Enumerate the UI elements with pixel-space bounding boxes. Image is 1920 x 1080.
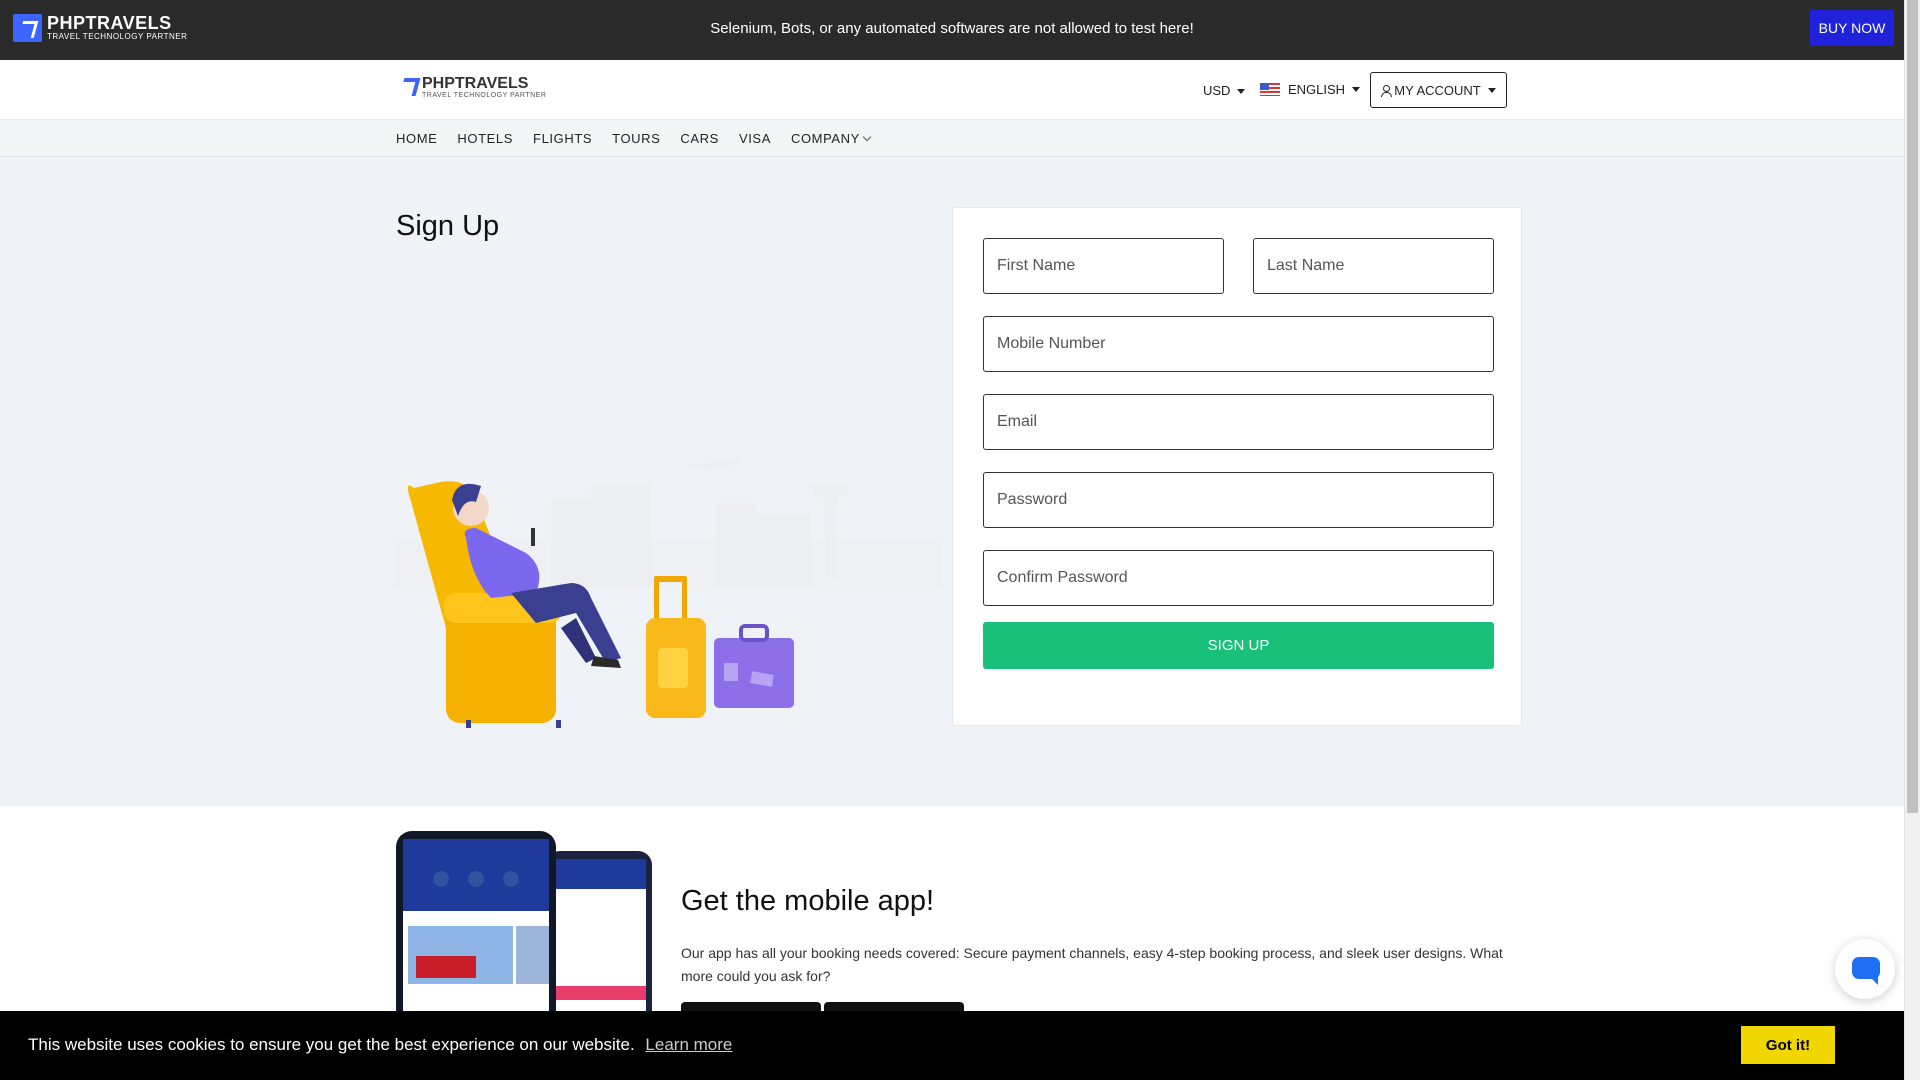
- sign-up-button[interactable]: SIGN UP: [983, 622, 1494, 669]
- signup-section: Sign Up First Name Last Name Mobile Numb…: [0, 158, 1904, 806]
- nav-item-visa[interactable]: VISA: [739, 131, 771, 146]
- currency-label: USD: [1203, 83, 1231, 98]
- caret-down-icon: [1352, 87, 1361, 92]
- nav-item-home[interactable]: HOME: [396, 131, 437, 146]
- bot-warning-text: Selenium, Bots, or any automated softwar…: [710, 20, 1194, 37]
- cookie-learn-more-link[interactable]: Learn more: [645, 1035, 732, 1054]
- signup-form: SIGN UP: [952, 207, 1522, 726]
- mobile-app-phones-image: [396, 831, 652, 1021]
- site-header: PHPTRAVELS TRAVEL TECHNOLOGY PARTNER USD…: [0, 60, 1904, 120]
- scrollbar-thumb[interactable]: [1907, 0, 1918, 813]
- nav-item-cars[interactable]: CARS: [680, 131, 719, 146]
- site-logo-tagline: TRAVEL TECHNOLOGY PARTNER: [422, 91, 547, 99]
- nav-item-tours[interactable]: TOURS: [612, 131, 660, 146]
- mobile-app-title: Get the mobile app!: [681, 885, 935, 917]
- currency-dropdown[interactable]: USD: [1203, 83, 1246, 98]
- confirm-password-input[interactable]: [983, 550, 1494, 606]
- cookie-banner: This website uses cookies to ensure you …: [0, 1011, 1904, 1080]
- page-scrollbar[interactable]: [1904, 0, 1920, 1080]
- caret-down-icon: [1487, 87, 1496, 93]
- traveler-illustration: [396, 458, 941, 728]
- mobile-app-description: Our app has all your booking needs cover…: [681, 945, 1503, 984]
- top-banner: PHPTRAVELS TRAVEL TECHNOLOGY PARTNER Sel…: [0, 0, 1904, 60]
- nav-item-company[interactable]: COMPANY: [790, 131, 872, 146]
- mobile-number-input[interactable]: [983, 316, 1494, 372]
- last-name-input[interactable]: [1253, 238, 1494, 294]
- cookie-accept-button[interactable]: Got it!: [1741, 1026, 1835, 1064]
- caret-down-icon: [1237, 89, 1246, 95]
- chat-widget-button[interactable]: [1835, 939, 1895, 999]
- main-nav: HOME HOTELS FLIGHTS TOURS CARS VISA COMP…: [0, 120, 1904, 157]
- nav-item-hotels[interactable]: HOTELS: [457, 131, 513, 146]
- us-flag-icon: [1260, 83, 1280, 96]
- password-input[interactable]: [983, 472, 1494, 528]
- cookie-message: This website uses cookies to ensure you …: [28, 1035, 635, 1054]
- my-account-button[interactable]: MY ACCOUNT: [1370, 72, 1507, 108]
- page-title: Sign Up: [396, 210, 500, 242]
- language-dropdown[interactable]: ENGLISH: [1260, 82, 1361, 97]
- site-logo-name: PHPTRAVELS: [422, 74, 529, 92]
- my-account-label: MY ACCOUNT: [1394, 82, 1481, 98]
- nav-item-company-label: COMPANY: [790, 131, 860, 146]
- site-logo[interactable]: PHPTRAVELS TRAVEL TECHNOLOGY PARTNER: [398, 72, 546, 102]
- first-name-input[interactable]: [983, 238, 1224, 294]
- user-icon: [1381, 84, 1393, 97]
- language-label: ENGLISH: [1288, 82, 1346, 97]
- phptravels-logo-icon: [398, 72, 422, 102]
- chevron-down-icon: [862, 132, 872, 142]
- chat-bubble-icon: [1852, 957, 1880, 985]
- buy-now-button[interactable]: BUY NOW: [1810, 10, 1894, 46]
- email-input[interactable]: [983, 394, 1494, 450]
- nav-item-flights[interactable]: FLIGHTS: [533, 131, 592, 146]
